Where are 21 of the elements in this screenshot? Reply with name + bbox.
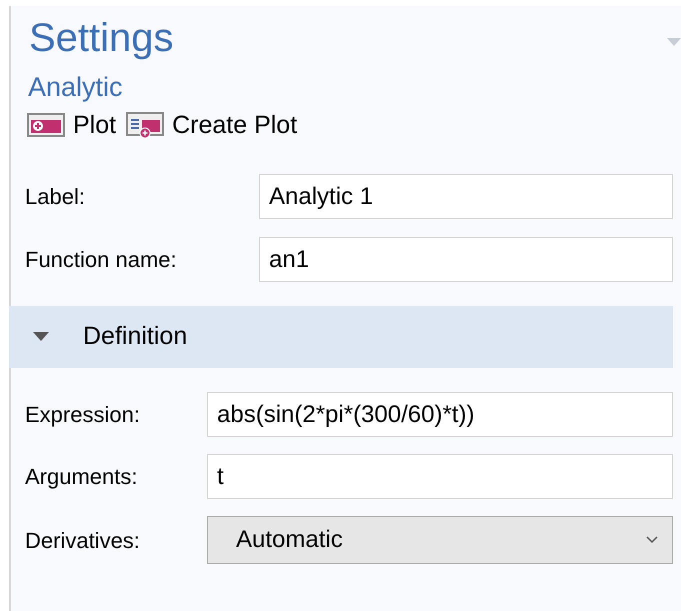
input-field[interactable]: t — [207, 454, 673, 499]
panel-title: Settings — [28, 15, 175, 62]
dropdown[interactable]: Automatic — [207, 516, 673, 564]
field-label: Derivatives: — [25, 526, 141, 554]
input-field[interactable]: an1 — [259, 237, 673, 282]
field-label: Label: — [25, 183, 86, 211]
expanded-triangle-icon — [33, 332, 49, 342]
section-header[interactable]: Definition — [9, 306, 673, 368]
input-field[interactable]: Analytic 1 — [259, 174, 673, 219]
toolbar-button[interactable]: Create Plot — [126, 110, 298, 140]
section-title: Definition — [83, 321, 188, 352]
panel-subtitle: Analytic — [27, 71, 124, 104]
field-label: Arguments: — [25, 463, 138, 491]
field-label: Expression: — [25, 401, 141, 429]
collapse-icon[interactable] — [667, 38, 681, 47]
field-label: Function name: — [25, 246, 178, 274]
input-field[interactable]: abs(sin(2*pi*(300/60)*t)) — [207, 392, 673, 437]
chevron-down-icon — [646, 536, 658, 544]
plot-icon — [27, 113, 65, 137]
create-plot-icon — [126, 112, 164, 138]
toolbar-button[interactable]: Plot — [27, 110, 116, 140]
